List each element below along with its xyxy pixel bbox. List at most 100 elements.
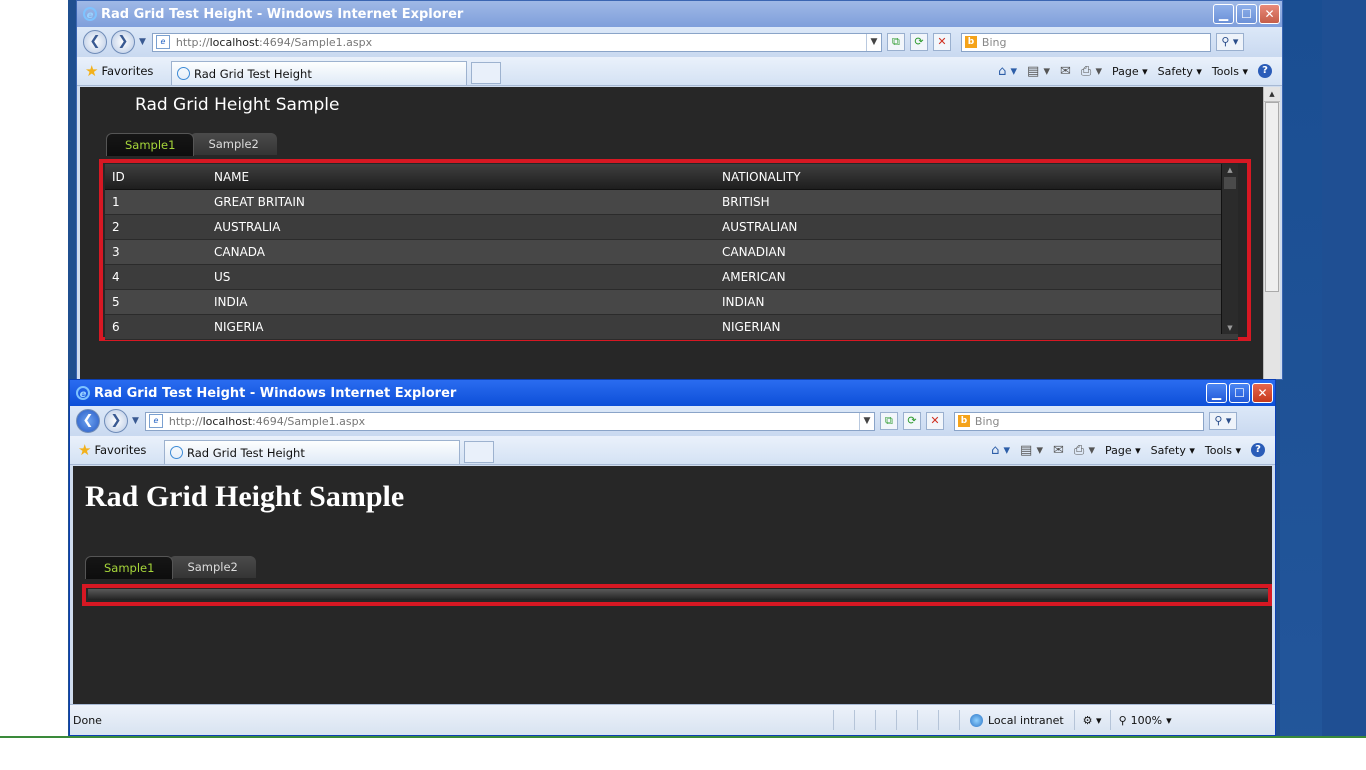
page-scrollbar[interactable]: ▲ bbox=[1263, 87, 1280, 379]
browser-window-front[interactable]: e Rad Grid Test Height - Windows Interne… bbox=[69, 379, 1276, 736]
column-header-nationality[interactable]: NATIONALITY bbox=[722, 170, 1238, 184]
tools-menu[interactable]: Tools ▾ bbox=[1212, 65, 1248, 78]
page-icon: e bbox=[155, 35, 170, 49]
grid-header: ID NAME NATIONALITY bbox=[105, 164, 1238, 190]
tab-sample1[interactable]: Sample1 bbox=[106, 133, 195, 156]
tab-sample2[interactable]: Sample2 bbox=[169, 556, 256, 578]
new-tab-button[interactable] bbox=[464, 441, 494, 463]
column-header-id[interactable]: ID bbox=[105, 170, 214, 184]
bing-icon: b bbox=[964, 36, 977, 48]
status-bar: Done Local intranet ⚙ ▾ ⚲ 100% ▾ bbox=[70, 704, 1275, 735]
tab-strip: Sample1 Sample2 bbox=[106, 133, 277, 156]
column-header-name[interactable]: NAME bbox=[214, 170, 722, 184]
page-title: Rad Grid Height Sample bbox=[85, 480, 405, 513]
print-icon[interactable]: ⎙ ▾ bbox=[1074, 443, 1095, 458]
favorites-bar: ★ Favorites Rad Grid Test Height ⌂ ▾ ▤ ▾ … bbox=[77, 57, 1282, 86]
help-icon[interactable]: ? bbox=[1251, 443, 1265, 457]
title-bar[interactable]: e Rad Grid Test Height - Windows Interne… bbox=[70, 380, 1275, 406]
search-input[interactable]: b Bing bbox=[960, 32, 1211, 52]
search-button[interactable]: ⚲ ▾ bbox=[1215, 33, 1244, 51]
feeds-icon[interactable]: ▤ ▾ bbox=[1020, 443, 1043, 458]
window-title: Rad Grid Test Height - Windows Internet … bbox=[101, 6, 464, 22]
scroll-down-icon[interactable]: ▼ bbox=[1222, 322, 1238, 334]
table-row[interactable]: 4 US AMERICAN bbox=[105, 265, 1238, 290]
back-button[interactable]: ❮ bbox=[76, 409, 100, 433]
grid-scrollbar[interactable]: ▲ ▼ bbox=[1221, 164, 1238, 334]
table-row[interactable]: 2 AUSTRALIA AUSTRALIAN bbox=[105, 215, 1238, 240]
new-tab-button[interactable] bbox=[471, 62, 501, 84]
feeds-icon[interactable]: ▤ ▾ bbox=[1027, 64, 1050, 79]
close-button[interactable]: ✕ bbox=[1259, 4, 1280, 24]
refresh-icon[interactable]: ⟳ bbox=[909, 33, 928, 51]
ie-icon: e bbox=[83, 7, 97, 21]
minimize-button[interactable]: ▁ bbox=[1206, 383, 1227, 403]
close-button[interactable]: ✕ bbox=[1252, 383, 1273, 403]
ie-tab-icon bbox=[170, 446, 183, 459]
safety-menu[interactable]: Safety ▾ bbox=[1158, 65, 1202, 78]
page-title: Rad Grid Height Sample bbox=[135, 95, 340, 115]
refresh-icon[interactable]: ⟳ bbox=[902, 412, 921, 430]
home-icon[interactable]: ⌂ ▾ bbox=[998, 64, 1017, 79]
table-row[interactable]: 5 INDIA INDIAN bbox=[105, 290, 1238, 315]
address-toolbar: ❮ ❯ ▼ e http://localhost:4694/Sample1.as… bbox=[70, 406, 1275, 436]
favorites-button[interactable]: ★ Favorites bbox=[78, 441, 158, 459]
tab-sample1[interactable]: Sample1 bbox=[85, 556, 174, 579]
desktop-background-strip bbox=[1322, 0, 1366, 738]
table-row[interactable]: 3 CANADA CANADIAN bbox=[105, 240, 1238, 265]
address-dropdown-icon[interactable]: ▼ bbox=[865, 33, 881, 51]
scroll-thumb[interactable] bbox=[1224, 177, 1236, 189]
page-content: Rad Grid Height Sample Sample1 Sample2 I… bbox=[80, 87, 1264, 379]
title-bar[interactable]: e Rad Grid Test Height - Windows Interne… bbox=[77, 1, 1282, 27]
scroll-up-icon[interactable]: ▲ bbox=[1264, 87, 1280, 102]
highlight-box bbox=[82, 584, 1272, 606]
safety-menu[interactable]: Safety ▾ bbox=[1151, 444, 1195, 457]
rad-grid: ID NAME NATIONALITY 1 GREAT BRITAIN BRIT… bbox=[105, 164, 1238, 340]
page-menu[interactable]: Page ▾ bbox=[1105, 444, 1141, 457]
address-dropdown-icon[interactable]: ▼ bbox=[858, 412, 874, 430]
maximize-button[interactable]: ☐ bbox=[1229, 383, 1250, 403]
search-input[interactable]: b Bing bbox=[953, 411, 1204, 431]
tab-sample2[interactable]: Sample2 bbox=[190, 133, 277, 155]
zoom-icon: ⚲ bbox=[1118, 713, 1127, 727]
mail-icon[interactable]: ✉ bbox=[1060, 64, 1071, 79]
table-row[interactable]: 1 GREAT BRITAIN BRITISH bbox=[105, 190, 1238, 215]
zoom-control[interactable]: ⚲ 100% ▾ bbox=[1109, 710, 1180, 730]
maximize-button[interactable]: ☐ bbox=[1236, 4, 1257, 24]
compatibility-icon[interactable]: ⧉ bbox=[886, 33, 905, 51]
page-content: Rad Grid Height Sample Sample1 Sample2 bbox=[73, 466, 1272, 705]
stop-icon[interactable]: ✕ bbox=[925, 412, 944, 430]
tools-menu[interactable]: Tools ▾ bbox=[1205, 444, 1241, 457]
search-button[interactable]: ⚲ ▾ bbox=[1208, 412, 1237, 430]
forward-button[interactable]: ❯ bbox=[104, 409, 128, 433]
forward-button[interactable]: ❯ bbox=[111, 30, 135, 54]
help-icon[interactable]: ? bbox=[1258, 64, 1272, 78]
ie-icon: e bbox=[76, 386, 90, 400]
stop-icon[interactable]: ✕ bbox=[932, 33, 951, 51]
star-icon: ★ bbox=[85, 62, 99, 80]
page-icon: e bbox=[148, 414, 163, 428]
home-icon[interactable]: ⌂ ▾ bbox=[991, 443, 1010, 458]
tab-strip: Sample1 Sample2 bbox=[85, 556, 256, 579]
scroll-thumb[interactable] bbox=[1265, 102, 1279, 292]
status-text: Done bbox=[73, 713, 102, 727]
print-icon[interactable]: ⎙ ▾ bbox=[1081, 64, 1102, 79]
mail-icon[interactable]: ✉ bbox=[1053, 443, 1064, 458]
history-dropdown-icon[interactable]: ▼ bbox=[132, 416, 139, 426]
page-menu[interactable]: Page ▾ bbox=[1112, 65, 1148, 78]
scroll-up-icon[interactable]: ▲ bbox=[1222, 164, 1238, 176]
history-dropdown-icon[interactable]: ▼ bbox=[139, 37, 146, 47]
back-button[interactable]: ❮ bbox=[83, 30, 107, 54]
address-bar[interactable]: e http://localhost:4694/Sample1.aspx ▼ bbox=[151, 32, 882, 52]
favorites-button[interactable]: ★ Favorites bbox=[85, 62, 165, 80]
browser-tab[interactable]: Rad Grid Test Height bbox=[171, 61, 467, 85]
minimize-button[interactable]: ▁ bbox=[1213, 4, 1234, 24]
compatibility-icon[interactable]: ⧉ bbox=[879, 412, 898, 430]
star-icon: ★ bbox=[78, 441, 92, 459]
favorites-bar: ★ Favorites Rad Grid Test Height ⌂ ▾ ▤ ▾ … bbox=[70, 436, 1275, 465]
protected-mode-icon[interactable]: ⚙ ▾ bbox=[1073, 710, 1110, 730]
browser-tab[interactable]: Rad Grid Test Height bbox=[164, 440, 460, 464]
address-bar[interactable]: e http://localhost:4694/Sample1.aspx ▼ bbox=[144, 411, 875, 431]
table-row[interactable]: 6 NIGERIA NIGERIAN bbox=[105, 315, 1238, 340]
security-zone[interactable]: Local intranet bbox=[959, 710, 1074, 730]
browser-window-back[interactable]: e Rad Grid Test Height - Windows Interne… bbox=[76, 0, 1283, 380]
